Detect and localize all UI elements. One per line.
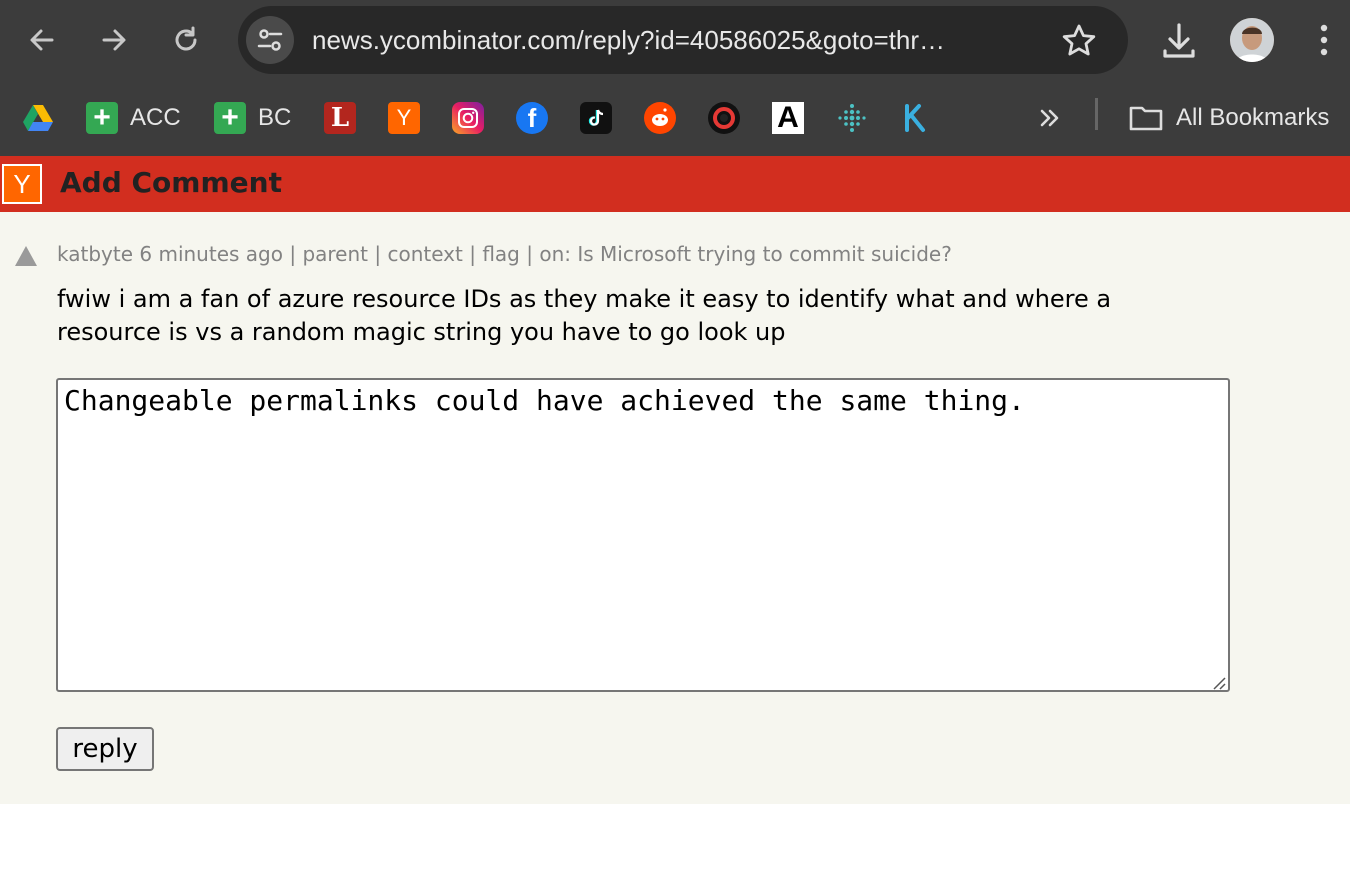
- bookmark-acc[interactable]: + ACC: [86, 98, 181, 138]
- page-title: Add Comment: [60, 166, 282, 199]
- bookmark-l[interactable]: L: [324, 98, 356, 138]
- address-bar[interactable]: news.ycombinator.com/reply?id=40586025&g…: [238, 6, 1128, 74]
- resize-grip-icon[interactable]: [1210, 674, 1226, 690]
- reply-textarea[interactable]: Changeable permalinks could have achieve…: [56, 378, 1230, 692]
- a-logo-icon: A: [772, 101, 804, 134]
- green-plus-icon: +: [86, 101, 118, 134]
- bookmark-tiktok[interactable]: [580, 98, 612, 138]
- context-link[interactable]: context: [387, 242, 462, 266]
- bookmark-google-drive[interactable]: [22, 98, 54, 138]
- url-text[interactable]: news.ycombinator.com/reply?id=40586025&g…: [312, 6, 1052, 74]
- reply-button[interactable]: reply: [56, 727, 154, 771]
- flag-link[interactable]: flag: [482, 242, 520, 266]
- comment-meta: katbyte 6 minutes ago | parent | context…: [57, 242, 952, 266]
- bookmark-label: BC: [258, 104, 292, 131]
- parent-link[interactable]: parent: [302, 242, 368, 266]
- bookmark-star-icon[interactable]: [1060, 22, 1098, 60]
- reddit-icon: [644, 102, 676, 134]
- reload-icon: [175, 26, 197, 51]
- facebook-icon: f: [516, 102, 548, 134]
- back-arrow-icon: [30, 29, 54, 51]
- k-logo-icon: [905, 104, 925, 132]
- bookmarks-overflow-button[interactable]: [1036, 98, 1064, 138]
- hn-header-bar: Y Add Comment: [0, 156, 1350, 212]
- more-menu-icon[interactable]: [1302, 18, 1346, 62]
- site-info-button[interactable]: [246, 16, 294, 64]
- bookmark-fitbit[interactable]: [836, 98, 868, 138]
- meta-separator: |: [469, 242, 476, 266]
- fitbit-icon: [838, 104, 866, 132]
- comment-author-link[interactable]: katbyte: [57, 242, 133, 266]
- l-logo-icon: L: [324, 102, 356, 134]
- instagram-icon: [452, 102, 484, 134]
- bookmark-instagram[interactable]: [452, 98, 484, 138]
- bookmark-k-logo[interactable]: [900, 98, 932, 138]
- bookmark-label: ACC: [130, 104, 181, 131]
- forward-button[interactable]: [92, 18, 136, 62]
- green-plus-icon: +: [214, 101, 246, 134]
- bookmark-reddit[interactable]: [644, 98, 676, 138]
- comment-text: fwiw i am a fan of azure resource IDs as…: [57, 285, 1112, 346]
- ring-logo-icon: [708, 102, 740, 134]
- google-drive-icon: [23, 105, 53, 131]
- profile-photo-icon: [1230, 18, 1274, 62]
- bookmark-a-logo[interactable]: A: [772, 98, 804, 138]
- bookmark-facebook[interactable]: f: [516, 98, 548, 138]
- hn-logo[interactable]: Y: [2, 164, 42, 204]
- double-chevron-right-icon: [1040, 109, 1059, 127]
- bookmark-ring-logo[interactable]: [708, 98, 740, 138]
- on-prefix: on:: [539, 242, 572, 266]
- story-title-link[interactable]: Is Microsoft trying to commit suicide?: [577, 242, 951, 266]
- comment-age-link[interactable]: 6 minutes ago: [139, 242, 283, 266]
- reload-button[interactable]: [164, 18, 208, 62]
- bookmarks-bar: + ACC + BC L Y f A All Bookmarks: [0, 80, 1350, 156]
- folder-icon: [1129, 106, 1163, 131]
- tiktok-icon: [580, 102, 612, 134]
- bookmark-bc[interactable]: + BC: [214, 98, 291, 138]
- meta-separator: |: [374, 242, 382, 266]
- all-bookmarks-label: All Bookmarks: [1176, 104, 1330, 131]
- meta-separator: |: [526, 242, 533, 266]
- bookmarks-divider: [1095, 98, 1098, 130]
- bookmark-hacker-news[interactable]: Y: [388, 98, 420, 138]
- all-bookmarks-button[interactable]: All Bookmarks: [1128, 98, 1329, 138]
- back-button[interactable]: [20, 18, 64, 62]
- y-combinator-icon: Y: [388, 102, 420, 134]
- tune-icon: [257, 29, 283, 51]
- browser-toolbar: news.ycombinator.com/reply?id=40586025&g…: [0, 0, 1350, 80]
- forward-arrow-icon: [102, 29, 126, 51]
- download-icon[interactable]: [1156, 18, 1202, 64]
- upvote-arrow-icon[interactable]: [15, 246, 37, 266]
- profile-avatar[interactable]: [1230, 18, 1274, 62]
- meta-separator: |: [289, 242, 297, 266]
- hn-page: Y Add Comment katbyte 6 minutes ago | pa…: [0, 156, 1350, 804]
